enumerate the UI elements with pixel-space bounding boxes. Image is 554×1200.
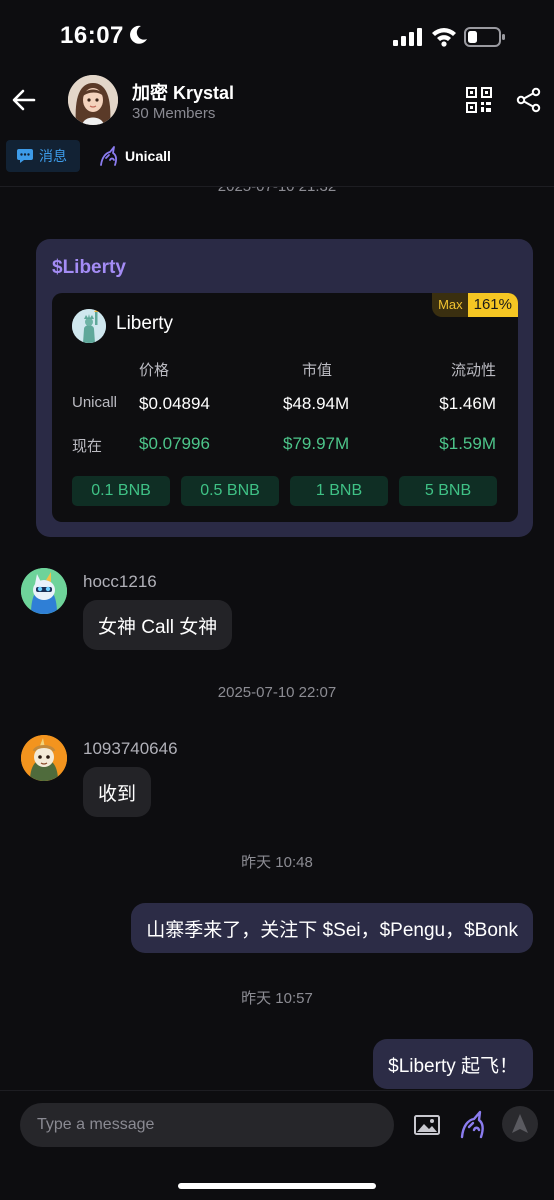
group-title: 加密 Krystal — [132, 83, 235, 103]
liberty-token-icon — [72, 309, 106, 343]
message-bubble-own[interactable]: $Liberty 起飞！ — [373, 1039, 533, 1089]
cellular-signal-icon — [393, 28, 422, 46]
battery-icon — [464, 27, 505, 47]
column-header-market-cap: 市值 — [302, 362, 333, 379]
status-bar: 16:07 — [0, 0, 554, 75]
back-arrow-icon[interactable] — [10, 86, 38, 114]
chat-tabs: 消息 Unicall — [0, 140, 554, 176]
unicall-liquidity: $1.46M — [439, 394, 496, 413]
column-header-liquidity: 流动性 — [450, 362, 496, 379]
max-label: Max — [432, 293, 468, 317]
token-info-card[interactable]: Max 161% Liberty 价格 市值 流动性 Unicall $0.04… — [52, 293, 518, 522]
message-bubble[interactable]: 女神 Call 女神 — [83, 600, 233, 650]
row-label-unicall: Unicall — [72, 394, 118, 411]
buy-5-bnb-button[interactable]: 5 BNB — [399, 476, 497, 506]
token-card-message: $Liberty Max 161% Liberty 价格 市值 流动性 Unic… — [36, 239, 533, 537]
message-input[interactable] — [20, 1103, 394, 1147]
message-username[interactable]: hocc1216 — [83, 572, 157, 592]
buy-0.5-bnb-button[interactable]: 0.5 BNB — [181, 476, 279, 506]
group-avatar[interactable] — [68, 75, 118, 125]
share-icon[interactable] — [516, 87, 542, 113]
message-bubble[interactable]: 收到 — [83, 767, 152, 817]
chat-header: 加密 Krystal 30 Members — [0, 70, 554, 130]
timestamp: 2025-07-10 22:07 — [217, 684, 337, 701]
moon-icon — [130, 25, 147, 44]
timestamp: 昨天 10:48 — [241, 854, 313, 871]
home-indicator — [178, 1183, 376, 1189]
avatar[interactable] — [21, 568, 67, 614]
now-price: $0.07996 — [139, 434, 210, 453]
row-label-now: 现在 — [72, 438, 103, 455]
column-header-price: 价格 — [139, 362, 170, 379]
send-button[interactable] — [502, 1106, 538, 1142]
message-icon — [17, 149, 33, 163]
unicorn-icon[interactable] — [458, 1109, 488, 1139]
avatar[interactable] — [21, 735, 67, 781]
status-time: 16:07 — [60, 22, 124, 49]
member-count: 30 Members — [132, 105, 216, 122]
chat-messages[interactable]: 2025-07-10 21:32 $Liberty Max 161% Liber… — [0, 187, 554, 1090]
message-username[interactable]: 1093740646 — [83, 739, 178, 759]
now-liquidity: $1.59M — [439, 434, 496, 453]
buy-0.1-bnb-button[interactable]: 0.1 BNB — [72, 476, 170, 506]
timestamp: 2025-07-10 21:32 — [0, 187, 554, 195]
token-card-title[interactable]: $Liberty — [52, 257, 126, 279]
wifi-icon — [432, 28, 456, 47]
now-market-cap: $79.97M — [283, 434, 350, 453]
max-percent: 161% — [467, 293, 518, 317]
unicall-market-cap: $48.94M — [283, 394, 350, 413]
message-bubble-own[interactable]: 山寨季来了，关注下 $Sei，$Pengu，$Bonk — [131, 903, 533, 953]
image-icon[interactable] — [413, 1111, 441, 1139]
send-icon — [512, 1114, 528, 1133]
tab-messages-label: 消息 — [39, 148, 67, 164]
max-gain-badge: Max 161% — [432, 293, 518, 317]
unicall-price: $0.04894 — [139, 394, 210, 413]
tab-messages[interactable]: 消息 — [6, 140, 80, 172]
qr-code-icon[interactable] — [466, 87, 492, 113]
token-name: Liberty — [116, 313, 174, 334]
tab-unicall[interactable]: Unicall — [98, 140, 171, 172]
buy-1-bnb-button[interactable]: 1 BNB — [290, 476, 388, 506]
timestamp: 昨天 10:57 — [241, 990, 313, 1007]
unicorn-icon — [100, 146, 117, 166]
tab-unicall-label: Unicall — [125, 148, 171, 164]
